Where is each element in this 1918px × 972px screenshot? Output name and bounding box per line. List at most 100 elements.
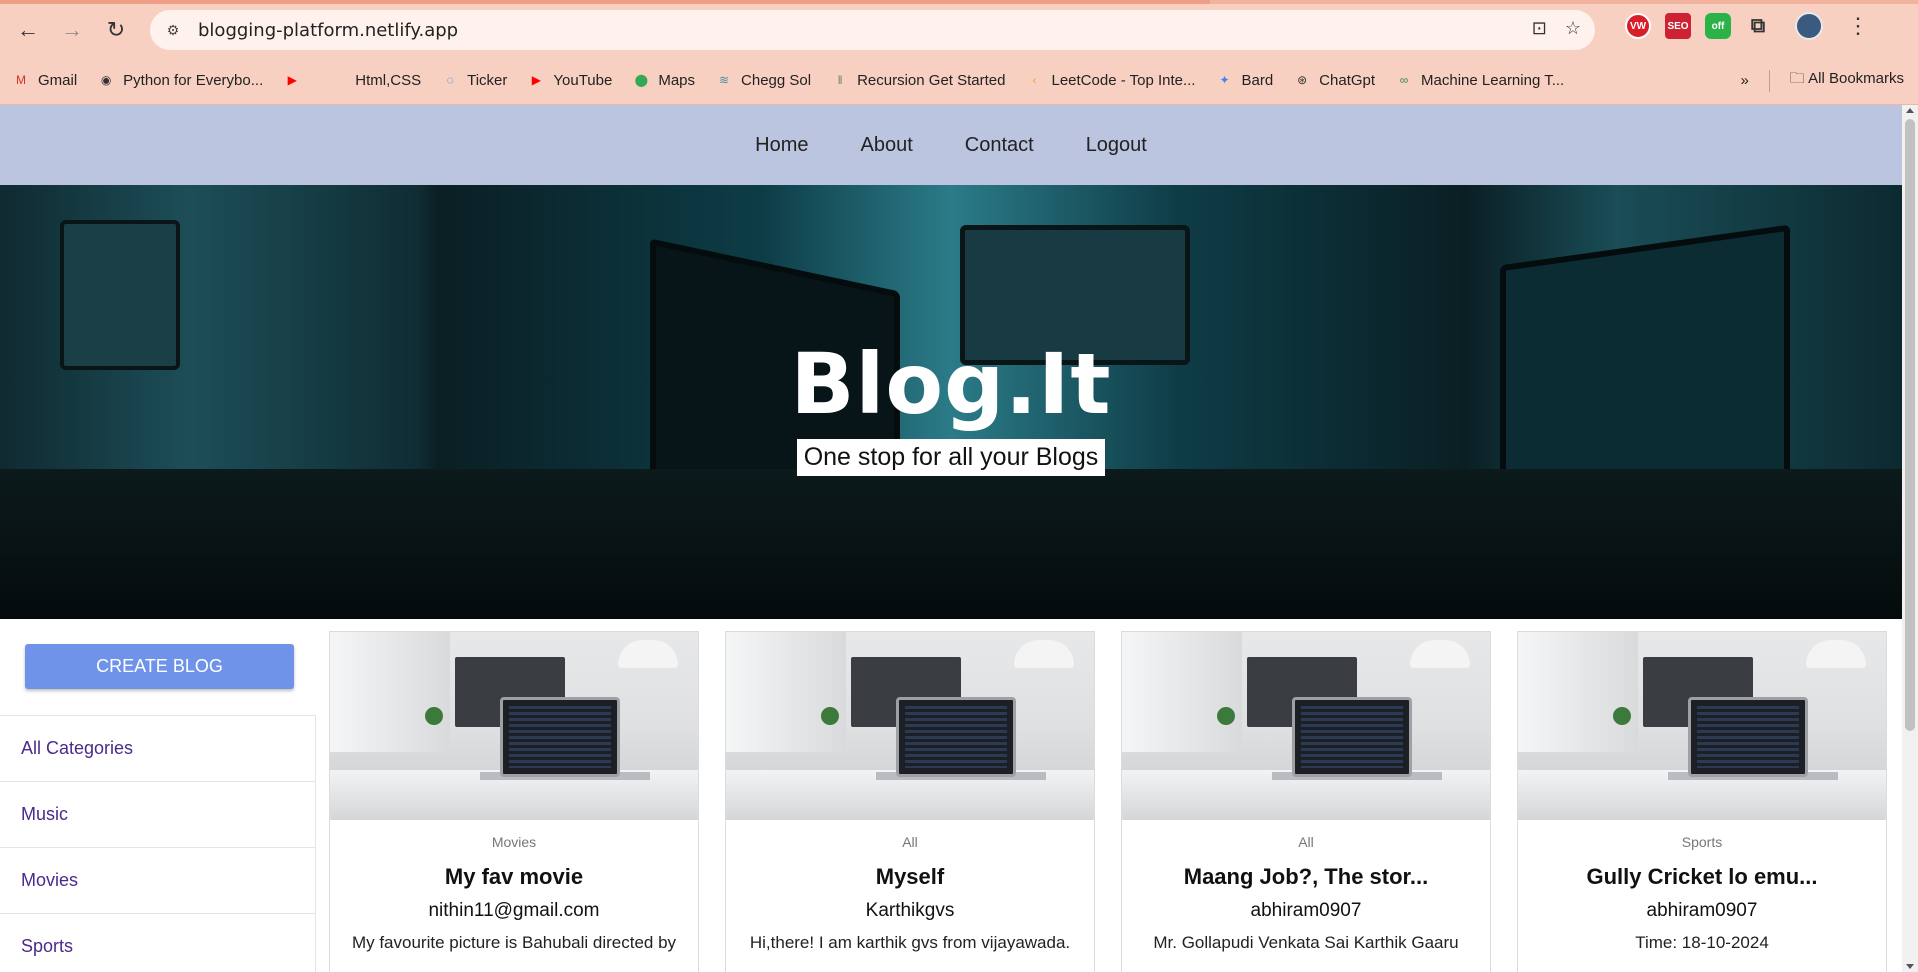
extensions-puzzle-icon[interactable]: ⧉: [1745, 13, 1771, 39]
install-app-icon[interactable]: ⊡: [1532, 18, 1547, 39]
bookmark-item[interactable]: ✦ Bard: [1215, 72, 1273, 89]
bookmark-label: YouTube: [553, 71, 613, 89]
category-music[interactable]: Music: [0, 782, 316, 848]
off-extension-icon[interactable]: off: [1705, 13, 1731, 39]
nav-about[interactable]: About: [860, 134, 912, 157]
bookmark-label: Recursion Get Started: [857, 71, 1006, 89]
forward-icon[interactable]: →: [54, 12, 90, 48]
bookmark-item[interactable]: ◉ Python for Everybo...: [97, 72, 263, 89]
youtube-icon: ▶: [287, 73, 297, 87]
ticker-icon: ◌: [446, 73, 454, 87]
folder-icon: 🗀: [1789, 70, 1809, 87]
blog-card[interactable]: Movies My fav movie nithin11@gmail.com M…: [329, 631, 699, 972]
bookmark-label: ChatGpt: [1319, 71, 1376, 89]
url-text[interactable]: blogging-platform.netlify.app: [198, 20, 458, 41]
address-bar[interactable]: ⚙ blogging-platform.netlify.app ⊡ ☆: [150, 10, 1595, 50]
bookmark-label: Maps: [658, 71, 696, 89]
bookmark-item[interactable]: M Gmail: [12, 72, 77, 89]
category-all[interactable]: All Categories: [0, 716, 316, 782]
hero-text: Blog.It One stop for all your Blogs: [0, 335, 1902, 476]
more-bookmarks-icon[interactable]: »: [1740, 72, 1748, 89]
scroll-up-icon[interactable]: [1906, 108, 1914, 113]
bookmark-item[interactable]: ▶ YouTube: [527, 71, 613, 89]
bookmark-star-icon[interactable]: ☆: [1565, 18, 1581, 39]
nav-contact[interactable]: Contact: [965, 134, 1034, 157]
blog-card-category: Sports: [1681, 834, 1723, 850]
bookmarks-bar: M Gmail ◉ Python for Everybo... ▶ Html,CSS ◌ Ti…: [0, 56, 1918, 105]
chatgpt-icon: ⊛: [1297, 73, 1308, 87]
sparkle-icon: ✦: [1219, 73, 1230, 87]
nav-logout[interactable]: Logout: [1086, 134, 1147, 157]
category-sports[interactable]: Sports: [0, 914, 316, 972]
bookmark-item[interactable]: ∞ Machine Learning T...: [1395, 72, 1564, 89]
bookmark-item[interactable]: ⊛ ChatGpt: [1293, 72, 1375, 89]
blog-card-author: Karthikgvs: [865, 900, 955, 921]
blog-card[interactable]: All Myself Karthikgvs Hi,there! I am kar…: [725, 631, 1095, 972]
bookmark-item[interactable]: ⬤ Maps: [632, 72, 695, 89]
create-blog-button[interactable]: CREATE BLOG: [25, 644, 294, 689]
blog-card-title[interactable]: Myself: [726, 864, 1094, 890]
seo-extension-icon[interactable]: SEO: [1665, 13, 1691, 39]
globe-icon: ◉: [100, 73, 112, 87]
blog-card-author: nithin11@gmail.com: [428, 900, 600, 921]
back-icon[interactable]: ←: [10, 12, 46, 48]
main-content: CREATE BLOG All Categories Music Movies …: [0, 619, 1902, 972]
bookmark-label: LeetCode - Top Inte...: [1051, 71, 1196, 89]
blog-card-image: [1518, 632, 1886, 820]
bookmark-label: Ticker: [467, 71, 508, 89]
browser-toolbar: ← → ↻ ⚙ blogging-platform.netlify.app ⊡ …: [0, 4, 1918, 56]
blog-card-image: [330, 632, 698, 820]
blog-card-category: All: [902, 834, 918, 850]
gmail-icon: M: [16, 73, 26, 87]
kebab-menu-icon[interactable]: ⋮: [1847, 13, 1869, 39]
bookmark-item[interactable]: ≋ Chegg Sol: [715, 72, 811, 89]
blog-card-title[interactable]: Gully Cricket lo emu...: [1518, 864, 1886, 890]
recursion-icon: ǁ: [837, 73, 843, 87]
category-movies[interactable]: Movies: [0, 848, 316, 914]
page-viewport: Home About Contact Logout Blog.It One st…: [0, 105, 1902, 972]
maps-icon: ⬤: [634, 73, 649, 87]
blog-card-list: Movies My fav movie nithin11@gmail.com M…: [316, 619, 1887, 972]
scroll-down-icon[interactable]: [1906, 964, 1914, 969]
bookmark-label: Python for Everybo...: [123, 71, 264, 89]
vw-extension-icon[interactable]: VW: [1625, 13, 1651, 39]
bookmarks-divider: [1768, 69, 1770, 92]
category-list: All Categories Music Movies Sports: [0, 715, 316, 972]
blog-card-title[interactable]: My fav movie: [330, 864, 698, 890]
hero-title: Blog.It: [790, 335, 1112, 433]
bookmark-item[interactable]: Html,CSS: [329, 72, 421, 89]
bookmark-item[interactable]: ‹ LeetCode - Top Inte...: [1025, 72, 1195, 89]
bookmark-item[interactable]: ◌ Ticker: [441, 71, 508, 89]
bookmark-label: Machine Learning T...: [1421, 71, 1565, 89]
blog-card[interactable]: Sports Gully Cricket lo emu... abhiram09…: [1517, 631, 1887, 972]
page-scrollbar[interactable]: [1902, 105, 1918, 972]
bookmark-item[interactable]: ǁ Recursion Get Started: [831, 71, 1006, 89]
site-settings-icon[interactable]: ⚙: [162, 19, 184, 41]
blog-card-description: Mr. Gollapudi Venkata Sai Karthik Gaaru: [1153, 933, 1459, 952]
site-navbar: Home About Contact Logout: [0, 105, 1902, 185]
scrollbar-thumb[interactable]: [1905, 119, 1915, 731]
youtube-icon: ▶: [531, 73, 541, 87]
all-bookmarks-button[interactable]: 🗀 All Bookmarks: [1790, 68, 1904, 93]
bookmark-label: Gmail: [38, 71, 78, 89]
blog-card-description: Hi,there! I am karthik gvs from vijayawa…: [749, 933, 1071, 952]
hero-subtitle: One stop for all your Blogs: [796, 439, 1106, 476]
blog-card-author: abhiram0907: [1646, 900, 1758, 921]
nav-home[interactable]: Home: [755, 134, 808, 157]
bookmark-label: Bard: [1241, 71, 1274, 89]
blog-card-author: abhiram0907: [1250, 900, 1362, 921]
leetcode-icon: ‹: [1032, 73, 1037, 87]
blog-card[interactable]: All Maang Job?, The stor... abhiram0907 …: [1121, 631, 1491, 972]
bookmark-item[interactable]: ▶: [283, 72, 309, 88]
hero-desk: [0, 469, 1902, 619]
blank-icon: [329, 72, 347, 88]
blog-card-image: [726, 632, 1094, 820]
blog-card-description: Time: 18-10-2024: [1635, 933, 1769, 952]
sidebar: CREATE BLOG All Categories Music Movies …: [0, 619, 316, 972]
blog-card-image: [1122, 632, 1490, 820]
profile-avatar[interactable]: [1795, 12, 1823, 40]
hero-banner: Blog.It One stop for all your Blogs: [0, 185, 1902, 619]
blog-card-title[interactable]: Maang Job?, The stor...: [1122, 864, 1490, 890]
reload-icon[interactable]: ↻: [98, 12, 134, 48]
bookmark-label: Chegg Sol: [741, 71, 812, 89]
